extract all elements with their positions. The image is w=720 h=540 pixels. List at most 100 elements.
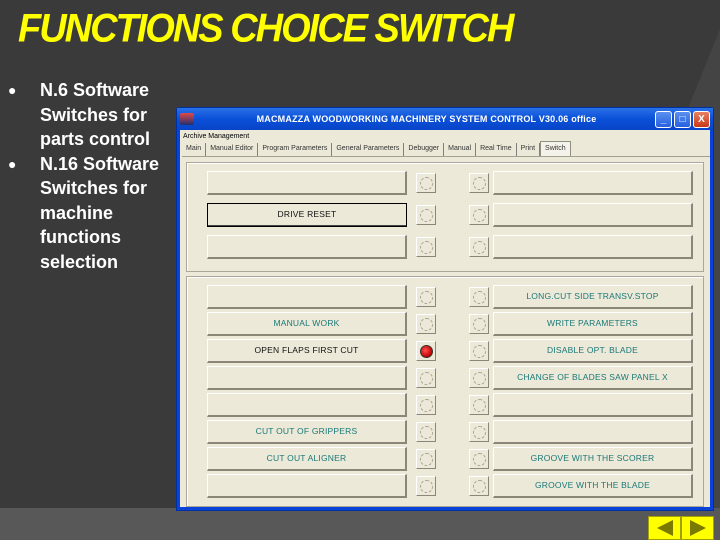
next-slide-button[interactable] [681, 516, 714, 540]
switch-button-left[interactable] [207, 285, 407, 309]
tab-debugger[interactable]: Debugger [404, 143, 445, 156]
switch-button-right[interactable] [493, 420, 693, 444]
switch-button-left[interactable] [207, 393, 407, 417]
bullet-text: N.16 Software Switches for machine funct… [40, 153, 160, 272]
led-indicator[interactable] [469, 341, 489, 361]
window-client: Archive Management Main Manual Editor Prog… [180, 130, 710, 507]
led-indicator[interactable] [469, 449, 489, 469]
led-indicator[interactable] [469, 287, 489, 307]
app-window: MACMAZZA WOODWORKING MACHINERY SYSTEM CO… [176, 107, 714, 511]
led-off-icon [419, 425, 433, 439]
slide-navigation [648, 516, 714, 540]
switch-button-right[interactable] [493, 393, 693, 417]
window-title: MACMAZZA WOODWORKING MACHINERY SYSTEM CO… [256, 114, 597, 124]
led-on-icon [419, 344, 433, 358]
led-off-icon [419, 452, 433, 466]
led-indicator[interactable] [416, 395, 436, 415]
switch-button-right[interactable] [493, 235, 693, 259]
switch-button-right[interactable]: DISABLE OPT. BLADE [493, 339, 693, 363]
bullet-item: ● N.16 Software Switches for machine fun… [4, 152, 180, 275]
bullet-text: N.6 Software Switches for parts control [40, 80, 151, 149]
switch-button-left[interactable]: MANUAL WORK [207, 312, 407, 336]
app-icon [180, 113, 194, 125]
maximize-button[interactable]: □ [674, 110, 691, 128]
switch-button-right[interactable]: LONG.CUT SIDE TRANSV.STOP [493, 285, 693, 309]
led-indicator[interactable] [416, 287, 436, 307]
led-indicator[interactable] [469, 395, 489, 415]
tab-print[interactable]: Print [517, 143, 541, 156]
led-off-icon [472, 317, 486, 331]
tab-program-parameters[interactable]: Program Parameters [258, 143, 333, 156]
led-indicator[interactable] [469, 476, 489, 496]
minimize-button[interactable]: _ [655, 110, 672, 128]
led-off-icon [419, 371, 433, 385]
switch-button-left[interactable]: OPEN FLAPS FIRST CUT [207, 339, 407, 363]
tab-manual[interactable]: Manual [444, 143, 477, 156]
switch-button-left[interactable]: CUT OUT OF GRIPPERS [207, 420, 407, 444]
led-indicator[interactable] [469, 205, 489, 225]
led-indicator[interactable] [416, 237, 436, 257]
led-indicator[interactable] [469, 422, 489, 442]
switch-row: CUT OUT ALIGNER GROOVE WITH THE SCORER [187, 447, 703, 471]
led-indicator[interactable] [416, 314, 436, 334]
switch-button-right[interactable] [493, 203, 693, 227]
switch-row: MANUAL WORK WRITE PARAMETERS [187, 312, 703, 336]
switch-button-right[interactable]: WRITE PARAMETERS [493, 312, 693, 336]
tab-switch[interactable]: Switch [540, 141, 571, 156]
led-indicator[interactable] [416, 476, 436, 496]
led-off-icon [472, 479, 486, 493]
led-indicator[interactable] [469, 173, 489, 193]
switch-button-right[interactable]: GROOVE WITH THE SCORER [493, 447, 693, 471]
tab-general-parameters[interactable]: General Parameters [332, 143, 405, 156]
led-off-icon [419, 176, 433, 190]
switch-button-left[interactable] [207, 366, 407, 390]
switch-button-left[interactable]: CUT OUT ALIGNER [207, 447, 407, 471]
switch-button-right[interactable]: GROOVE WITH THE BLADE [493, 474, 693, 498]
bullet-list: ● N.6 Software Switches for parts contro… [4, 78, 180, 274]
tab-manual-editor[interactable]: Manual Editor [206, 143, 259, 156]
switch-button-left[interactable] [207, 474, 407, 498]
arrow-right-icon [689, 520, 706, 536]
switch-button-left[interactable] [207, 171, 407, 195]
switch-row: GROOVE WITH THE BLADE [187, 474, 703, 498]
menu-archive-management[interactable]: Archive Management [183, 133, 249, 140]
close-button[interactable]: X [693, 110, 710, 128]
tab-real-time[interactable]: Real Time [476, 143, 517, 156]
led-indicator[interactable] [416, 449, 436, 469]
prev-slide-button[interactable] [648, 516, 681, 540]
switch-row: CHANGE OF BLADES SAW PANEL X [187, 366, 703, 390]
led-indicator[interactable] [416, 173, 436, 193]
led-off-icon [472, 425, 486, 439]
led-indicator[interactable] [416, 368, 436, 388]
switch-button-right[interactable] [493, 171, 693, 195]
switch-row: LONG.CUT SIDE TRANSV.STOP [187, 285, 703, 309]
switch-button-left[interactable] [207, 235, 407, 259]
led-indicator[interactable] [469, 237, 489, 257]
function-switch-panel: LONG.CUT SIDE TRANSV.STOP MANUAL WORK WRIT… [186, 276, 704, 507]
led-indicator[interactable] [416, 205, 436, 225]
led-off-icon [472, 344, 486, 358]
parts-switch-panel: DRIVE RESET [186, 162, 704, 272]
led-off-icon [472, 240, 486, 254]
led-off-icon [419, 398, 433, 412]
bullet-dot-icon: ● [8, 155, 17, 172]
bullet-item: ● N.6 Software Switches for parts contro… [4, 78, 180, 152]
switch-row: OPEN FLAPS FIRST CUT DISABLE OPT. BLADE [187, 339, 703, 363]
led-indicator[interactable] [469, 368, 489, 388]
switch-button-left[interactable]: DRIVE RESET [207, 203, 407, 227]
led-off-icon [472, 290, 486, 304]
led-indicator[interactable] [416, 422, 436, 442]
title-bar[interactable]: MACMAZZA WOODWORKING MACHINERY SYSTEM CO… [177, 108, 713, 130]
slide-title: FUNCTIONS CHOICE SWITCH [18, 6, 514, 52]
led-indicator[interactable] [416, 341, 436, 361]
led-off-icon [472, 176, 486, 190]
switch-row: CUT OUT OF GRIPPERS [187, 420, 703, 444]
led-off-icon [472, 208, 486, 222]
led-off-icon [419, 290, 433, 304]
switch-button-right[interactable]: CHANGE OF BLADES SAW PANEL X [493, 366, 693, 390]
led-indicator[interactable] [469, 314, 489, 334]
switch-row [187, 171, 703, 195]
tab-main[interactable]: Main [182, 143, 207, 156]
switch-row: DRIVE RESET [187, 203, 703, 227]
led-off-icon [472, 452, 486, 466]
